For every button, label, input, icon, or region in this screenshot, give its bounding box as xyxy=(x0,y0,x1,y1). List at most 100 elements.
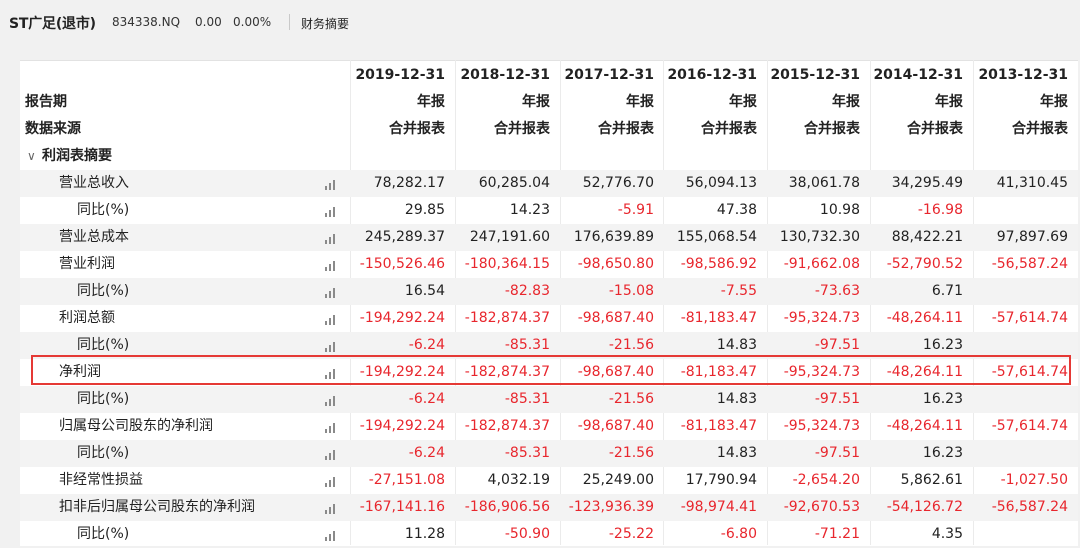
table-cell: -57,614.74 xyxy=(991,310,1068,326)
table-cell: 16.54 xyxy=(404,283,445,299)
header-label-data-source: 数据来源 xyxy=(25,121,81,137)
table-cell: 4.35 xyxy=(931,526,963,542)
table-cell: -180,364.15 xyxy=(464,256,550,272)
table-cell: 88,422.21 xyxy=(891,229,963,245)
table-cell: -182,874.37 xyxy=(464,418,550,434)
table-cell: -194,292.24 xyxy=(359,418,445,434)
table-cell: -56,587.24 xyxy=(991,256,1068,272)
table-cell: 16.23 xyxy=(922,391,963,407)
table-cell: 38,061.78 xyxy=(788,175,860,191)
table-cell: 60,285.04 xyxy=(478,175,550,191)
header-label-report-period: 报告期 xyxy=(25,94,67,110)
row-label: 归属母公司股东的净利润 xyxy=(59,418,213,434)
header-divider xyxy=(289,14,290,30)
row-label: 营业利润 xyxy=(59,256,115,272)
highlight-box xyxy=(31,355,1071,385)
table-cell: -52,790.52 xyxy=(886,256,963,272)
table-cell: 11.28 xyxy=(404,526,445,542)
table-cell: -25.22 xyxy=(608,526,654,542)
bar-chart-icon[interactable] xyxy=(324,205,338,217)
table-cell: 78,282.17 xyxy=(373,175,445,191)
row-label: 同比(%) xyxy=(77,526,130,542)
bar-chart-icon[interactable] xyxy=(324,259,338,271)
table-cell: -85.31 xyxy=(504,445,550,461)
table-row[interactable]: 同比(%) -6.24 -85.31 -21.56 14.83 -97.51 16.23 xyxy=(20,386,1078,413)
table-cell: 5,862.61 xyxy=(900,472,963,488)
table-row[interactable]: 营业总收入 78,282.17 60,285.04 52,776.70 56,094.1… xyxy=(20,170,1078,197)
row-label: 扣非后归属母公司股东的净利润 xyxy=(59,499,255,515)
bar-chart-icon[interactable] xyxy=(324,286,338,298)
table-cell: -85.31 xyxy=(504,391,550,407)
table-row[interactable]: 扣非后归属母公司股东的净利润 -167,141.16 -186,906.56 -123… xyxy=(20,494,1078,521)
table-cell: -82.83 xyxy=(504,283,550,299)
row-label: 同比(%) xyxy=(77,445,130,461)
table-cell: -27,151.08 xyxy=(368,472,445,488)
table-row[interactable]: 同比(%) 11.28 -50.90 -25.22 -6.80 -71.21 4.35 xyxy=(20,521,1078,548)
row-label: 同比(%) xyxy=(77,202,130,218)
header-cell-report-period: 年报 xyxy=(1040,94,1068,110)
header-row-report-period: 报告期 年报 年报 年报 年报 年报 年报 年报 xyxy=(20,89,1078,116)
table-cell: -98,586.92 xyxy=(680,256,757,272)
header-cell-report-period: 年报 xyxy=(729,94,757,110)
group-title: 利润表摘要 xyxy=(42,148,112,164)
bar-chart-icon[interactable] xyxy=(324,448,338,460)
table-cell: 6.71 xyxy=(931,283,963,299)
header-cell-data-source: 合并报表 xyxy=(1012,121,1068,137)
table-cell: -97.51 xyxy=(814,391,860,407)
table-row[interactable]: 同比(%) 29.85 14.23 -5.91 47.38 10.98 -16.98 xyxy=(20,197,1078,224)
table-cell: -123,936.39 xyxy=(568,499,654,515)
table-cell: 155,068.54 xyxy=(676,229,757,245)
chevron-down-icon[interactable]: ∨ xyxy=(27,143,36,170)
header-cell-date: 2015-12-31 xyxy=(770,67,860,83)
group-row-profit-summary[interactable]: ∨ 利润表摘要 xyxy=(20,143,1078,170)
header-cell-report-period: 年报 xyxy=(417,94,445,110)
table-cell: -16.98 xyxy=(917,202,963,218)
table-cell: -1,027.50 xyxy=(1000,472,1068,488)
stock-code: 834338.NQ xyxy=(112,15,181,29)
table-cell: -91,662.08 xyxy=(783,256,860,272)
table-row[interactable]: 利润总额 -194,292.24 -182,874.37 -98,687.40 -81,… xyxy=(20,305,1078,332)
table-cell: -81,183.47 xyxy=(680,418,757,434)
table-cell: 247,191.60 xyxy=(469,229,550,245)
bar-chart-icon[interactable] xyxy=(324,475,338,487)
table-row[interactable]: 营业利润 -150,526.46 -180,364.15 -98,650.80 -98,… xyxy=(20,251,1078,278)
table-row[interactable]: 非经常性损益 -27,151.08 4,032.19 25,249.00 17,790.… xyxy=(20,467,1078,494)
bar-chart-icon[interactable] xyxy=(324,394,338,406)
table-cell: -98,974.41 xyxy=(680,499,757,515)
table-row[interactable]: 营业总成本 245,289.37 247,191.60 176,639.89 155,0… xyxy=(20,224,1078,251)
bar-chart-icon[interactable] xyxy=(324,178,338,190)
table-cell: 14.23 xyxy=(509,202,550,218)
table-cell: 47.38 xyxy=(716,202,757,218)
table-cell: -5.91 xyxy=(617,202,654,218)
table-cell: -71.21 xyxy=(814,526,860,542)
stock-title: ST广足(退市) xyxy=(9,16,96,32)
bar-chart-icon[interactable] xyxy=(324,340,338,352)
table-row[interactable]: 归属母公司股东的净利润 -194,292.24 -182,874.37 -98,687… xyxy=(20,413,1078,440)
bar-chart-icon[interactable] xyxy=(324,313,338,325)
header-cell-report-period: 年报 xyxy=(522,94,550,110)
table-cell: 130,732.30 xyxy=(779,229,860,245)
table-cell: -7.55 xyxy=(720,283,757,299)
header-cell-date: 2018-12-31 xyxy=(460,67,550,83)
header-cell-report-period: 年报 xyxy=(832,94,860,110)
table-row[interactable]: 同比(%) -6.24 -85.31 -21.56 14.83 -97.51 16.23 xyxy=(20,440,1078,467)
header-cell-date: 2016-12-31 xyxy=(667,67,757,83)
table-cell: -97.51 xyxy=(814,445,860,461)
stock-price: 0.00 xyxy=(195,15,222,29)
bar-chart-icon[interactable] xyxy=(324,502,338,514)
table-cell: -81,183.47 xyxy=(680,310,757,326)
table-cell: -186,906.56 xyxy=(464,499,550,515)
bar-chart-icon[interactable] xyxy=(324,421,338,433)
table-cell: 14.83 xyxy=(716,445,757,461)
table-cell: 16.23 xyxy=(922,445,963,461)
table-row[interactable]: 同比(%) 16.54 -82.83 -15.08 -7.55 -73.63 6.71 xyxy=(20,278,1078,305)
header-cell-data-source: 合并报表 xyxy=(598,121,654,137)
row-label: 同比(%) xyxy=(77,391,130,407)
header-cell-data-source: 合并报表 xyxy=(389,121,445,137)
bar-chart-icon[interactable] xyxy=(324,232,338,244)
header-cell-data-source: 合并报表 xyxy=(494,121,550,137)
bar-chart-icon[interactable] xyxy=(324,529,338,541)
table-cell: 176,639.89 xyxy=(573,229,654,245)
stock-header: ST广足(退市) 834338.NQ 0.00 0.00% 财务摘要 xyxy=(0,0,1080,46)
table-cell xyxy=(964,278,1068,305)
